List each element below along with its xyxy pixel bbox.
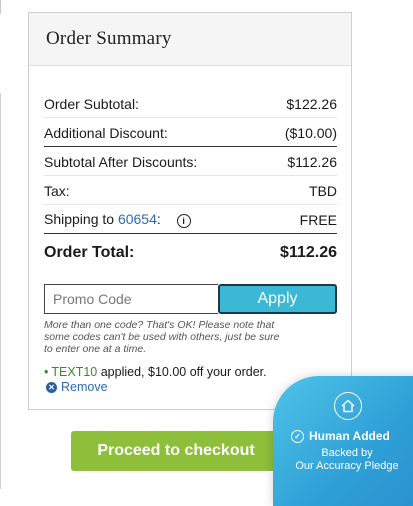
row-label: Subtotal After Discounts: xyxy=(44,153,198,170)
remove-label: Remove xyxy=(61,380,108,394)
order-summary-title: Order Summary xyxy=(29,13,351,66)
row-label: Tax: xyxy=(44,182,70,199)
badge-title-text: Human Added xyxy=(309,429,390,443)
summary-row-tax: Tax: TBD xyxy=(44,177,337,205)
row-value: ($10.00) xyxy=(284,124,337,141)
accuracy-pledge-badge[interactable]: ✓ Human Added Backed by Our Accuracy Ple… xyxy=(273,376,413,506)
check-circle-icon: ✓ xyxy=(291,429,304,443)
summary-row-after-discounts: Subtotal After Discounts: $112.26 xyxy=(44,148,337,176)
summary-row-discount: Additional Discount: ($10.00) xyxy=(44,119,337,147)
row-value: $112.26 xyxy=(287,153,337,170)
shipping-zip-link[interactable]: 60654 xyxy=(118,211,157,227)
applied-code: TEXT10 xyxy=(51,365,98,379)
shipping-label: Shipping to 60654: i xyxy=(44,211,191,229)
order-total-label: Order Total: xyxy=(44,244,135,261)
applied-text: applied, $10.00 off your order. xyxy=(100,365,267,379)
badge-title: ✓ Human Added xyxy=(291,429,390,443)
badge-subtitle-line2: Our Accuracy Pledge xyxy=(295,460,399,472)
row-label: Order Subtotal: xyxy=(44,95,139,112)
promo-code-input[interactable] xyxy=(44,284,218,314)
info-icon[interactable]: i xyxy=(176,214,191,229)
shipping-colon: : xyxy=(156,210,161,227)
apply-button[interactable]: Apply xyxy=(218,284,337,314)
badge-subtitle: Backed by Our Accuracy Pledge xyxy=(287,447,407,473)
badge-subtitle-line1: Backed by xyxy=(321,447,373,459)
row-value: TBD xyxy=(309,182,337,199)
order-total-value: $112.26 xyxy=(280,244,337,261)
home-icon xyxy=(334,392,362,420)
promo-form: Apply xyxy=(44,284,337,314)
page-divider xyxy=(0,93,1,489)
row-value: $122.26 xyxy=(286,95,337,112)
row-label: Additional Discount: xyxy=(44,124,168,141)
order-summary-panel: Order Summary Order Subtotal: $122.26 Ad… xyxy=(28,12,352,410)
remove-promo-link[interactable]: ✕ Remove xyxy=(46,380,108,394)
page-divider-top xyxy=(0,0,1,14)
summary-rows: Order Subtotal: $122.26 Additional Disco… xyxy=(44,90,337,235)
promo-note: More than one code? That's OK! Please no… xyxy=(44,319,280,355)
proceed-to-checkout-button[interactable]: Proceed to checkout xyxy=(71,431,281,471)
summary-row-subtotal: Order Subtotal: $122.26 xyxy=(44,90,337,118)
shipping-prefix: Shipping to xyxy=(44,210,115,227)
applied-promo-line: • TEXT10 applied, $10.00 off your order. xyxy=(44,365,267,379)
order-total-row: Order Total: $112.26 xyxy=(44,242,337,264)
summary-row-shipping: Shipping to 60654: i FREE xyxy=(44,206,337,234)
bullet-icon: • xyxy=(44,365,49,379)
row-value: FREE xyxy=(299,211,337,228)
close-circle-icon: ✕ xyxy=(46,381,57,393)
